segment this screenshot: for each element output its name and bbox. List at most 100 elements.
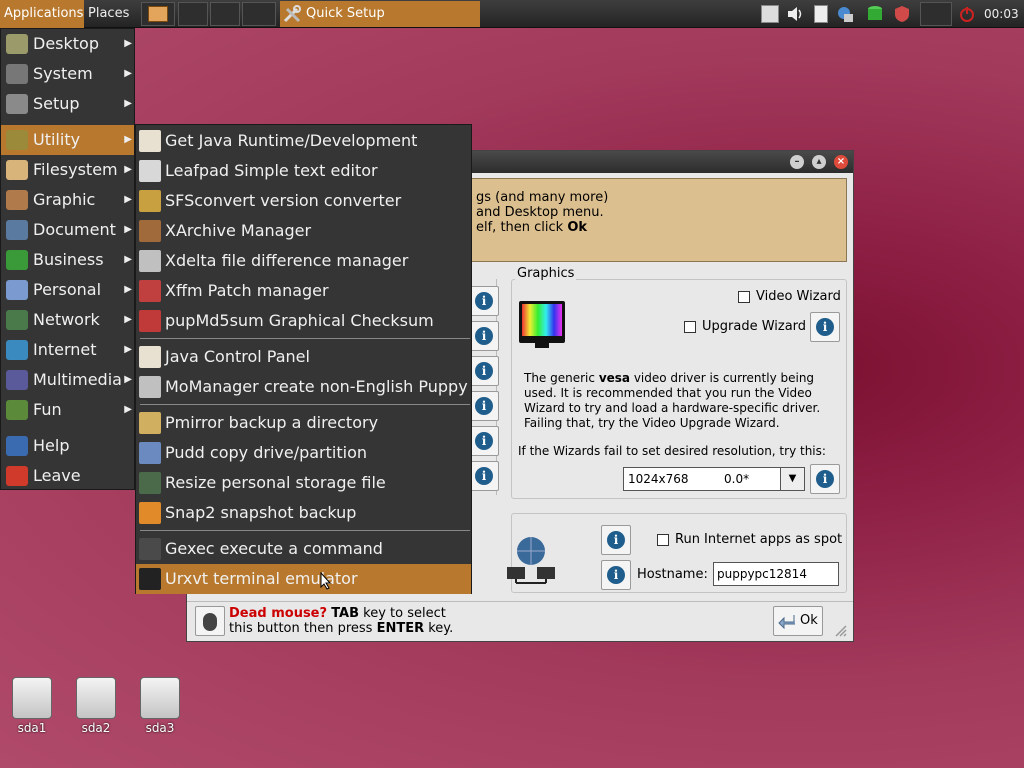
resolution-value: 1024x768: [628, 472, 689, 486]
clock[interactable]: 00:03: [984, 0, 1019, 28]
submenu-item-sfsconvert[interactable]: SFSconvert version converter: [136, 186, 471, 216]
submenu-item-leafpad[interactable]: Leafpad Simple text editor: [136, 156, 471, 186]
menu-item-network[interactable]: Network ▶: [1, 305, 134, 335]
dead-mouse-button[interactable]: [195, 606, 225, 636]
submenu-item-snap2[interactable]: Snap2 snapshot backup: [136, 498, 471, 528]
network-status-icon[interactable]: [836, 5, 854, 23]
drive-sda3-icon[interactable]: sda3: [137, 675, 183, 739]
info-icon: i: [475, 397, 493, 415]
sfs-icon: [139, 190, 161, 212]
notes-tray-icon[interactable]: [814, 5, 828, 23]
info-button-2[interactable]: i: [469, 321, 499, 351]
run-as-spot-checkbox[interactable]: [657, 534, 669, 546]
network-icon: [6, 310, 28, 330]
mouse-cursor-icon: [320, 572, 332, 590]
power-icon[interactable]: [958, 5, 976, 23]
menu-item-personal[interactable]: Personal ▶: [1, 275, 134, 305]
drive-sda2-icon[interactable]: sda2: [73, 675, 119, 739]
video-wizard-label[interactable]: Video Wizard: [756, 289, 841, 304]
monitor-icon: [519, 301, 565, 348]
banner-line-3: elf, then click Ok: [476, 220, 588, 235]
info-button-3[interactable]: i: [469, 356, 499, 386]
applications-menu-button[interactable]: Applications: [0, 0, 84, 28]
utility-submenu: Get Java Runtime/Development Leafpad Sim…: [135, 124, 472, 594]
submenu-item-urxvt[interactable]: Urxvt terminal emulator: [136, 564, 471, 594]
drive-label: sda1: [17, 721, 47, 735]
submenu-item-momanager[interactable]: MoManager create non-English Puppy: [136, 372, 471, 402]
java-control-icon: [139, 346, 161, 368]
submenu-item-get-java[interactable]: Get Java Runtime/Development: [136, 126, 471, 156]
banner-ok-text: Ok: [567, 220, 588, 235]
info-icon: i: [816, 470, 834, 488]
volume-icon[interactable]: [786, 5, 804, 23]
hostname-input[interactable]: puppypc12814: [713, 562, 839, 586]
taskbar-desktop-slot-1[interactable]: [178, 2, 208, 26]
internet-spot-info-button[interactable]: i: [601, 525, 631, 555]
ok-button[interactable]: Ok: [773, 606, 823, 636]
submenu-item-xarchive[interactable]: XArchive Manager: [136, 216, 471, 246]
hostname-info-button[interactable]: i: [601, 560, 631, 590]
info-button-6[interactable]: i: [469, 461, 499, 491]
places-menu-button[interactable]: Places: [84, 0, 134, 28]
upgrade-wizard-label[interactable]: Upgrade Wizard: [702, 319, 806, 334]
menu-item-leave[interactable]: Leave: [1, 461, 134, 491]
menu-item-business[interactable]: Business ▶: [1, 245, 134, 275]
taskbar-desktop-slot-2[interactable]: [210, 2, 240, 26]
taskbar-desktop-slot-3[interactable]: [242, 2, 276, 26]
resize-icon: [139, 472, 161, 494]
submenu-item-resize-storage[interactable]: Resize personal storage file: [136, 468, 471, 498]
maximize-button[interactable]: ▴: [812, 155, 826, 169]
menu-item-document[interactable]: Document ▶: [1, 215, 134, 245]
multimedia-icon: [6, 370, 28, 390]
submenu-item-java-control-panel[interactable]: Java Control Panel: [136, 342, 471, 372]
submenu-item-gexec[interactable]: Gexec execute a command: [136, 534, 471, 564]
menu-item-help[interactable]: Help: [1, 431, 134, 461]
menu-item-graphic[interactable]: Graphic ▶: [1, 185, 134, 215]
upgrade-wizard-info-button[interactable]: i: [810, 312, 840, 342]
menu-item-fun[interactable]: Fun ▶: [1, 395, 134, 425]
banner-line-1: gs (and many more): [476, 190, 609, 205]
quick-setup-task-button[interactable]: Quick Setup: [280, 1, 480, 27]
menu-item-setup[interactable]: Setup ▶: [1, 89, 134, 119]
video-wizard-checkbox[interactable]: [738, 291, 750, 303]
power-icon: [6, 466, 28, 486]
folder-launcher-icon[interactable]: [148, 6, 168, 22]
minimize-button[interactable]: –: [790, 155, 804, 169]
clipboard-tray-icon[interactable]: [761, 5, 779, 23]
menu-item-filesystem[interactable]: Filesystem ▶: [1, 155, 134, 185]
firewall-shield-icon[interactable]: [893, 5, 911, 23]
resolution-combobox[interactable]: 1024x768 0.0* ▼: [623, 467, 805, 491]
run-as-spot-label[interactable]: Run Internet apps as spot: [675, 532, 842, 547]
ok-button-label: Ok: [800, 613, 818, 628]
depth-value: 0.0*: [724, 472, 750, 486]
submenu-item-pupmd5sum[interactable]: pupMd5sum Graphical Checksum: [136, 306, 471, 336]
info-icon: i: [607, 531, 625, 549]
submenu-item-xffm-patch[interactable]: Xffm Patch manager: [136, 276, 471, 306]
return-arrow-icon: [778, 615, 795, 629]
upgrade-wizard-checkbox[interactable]: [684, 321, 696, 333]
submenu-item-pudd[interactable]: Pudd copy drive/partition: [136, 438, 471, 468]
network-computers-icon: [507, 537, 555, 584]
resolution-info-button[interactable]: i: [810, 464, 840, 494]
banner-line-2: and Desktop menu.: [476, 205, 604, 220]
info-button-5[interactable]: i: [469, 426, 499, 456]
storage-tray-icon[interactable]: [866, 5, 884, 23]
menu-item-desktop[interactable]: Desktop ▶: [1, 29, 134, 59]
video-driver-description: The generic vesa video driver is current…: [524, 371, 821, 430]
resize-grip-icon[interactable]: [831, 621, 847, 637]
info-icon: i: [816, 318, 834, 336]
globe-icon: [6, 340, 28, 360]
graphic-icon: [6, 190, 28, 210]
submenu-item-pmirror[interactable]: Pmirror backup a directory: [136, 408, 471, 438]
dropdown-arrow-icon[interactable]: ▼: [780, 468, 804, 490]
menu-item-system[interactable]: System ▶: [1, 59, 134, 89]
menu-item-internet[interactable]: Internet ▶: [1, 335, 134, 365]
menu-item-multimedia[interactable]: Multimedia ▶: [1, 365, 134, 395]
menu-item-utility[interactable]: Utility ▶: [1, 125, 134, 155]
info-button-4[interactable]: i: [469, 391, 499, 421]
submenu-item-xdelta[interactable]: Xdelta file difference manager: [136, 246, 471, 276]
drive-sda1-icon[interactable]: sda1: [9, 675, 55, 739]
info-button-1[interactable]: i: [469, 286, 499, 316]
close-button[interactable]: ×: [834, 155, 848, 169]
momanager-icon: [139, 376, 161, 398]
